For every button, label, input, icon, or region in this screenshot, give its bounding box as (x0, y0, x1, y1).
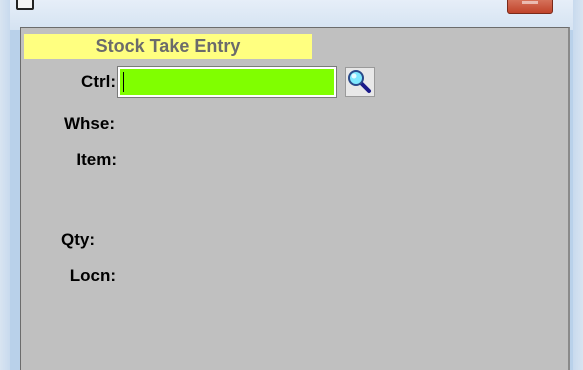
window-titlebar (0, 0, 583, 30)
whse-label: Whse: (64, 114, 115, 133)
form-title: Stock Take Entry (24, 34, 312, 59)
window-right-border (573, 0, 583, 370)
qty-label: Qty: (61, 230, 95, 249)
close-button[interactable] (507, 0, 553, 14)
magnifier-icon (348, 70, 371, 93)
ctrl-lookup-button[interactable] (345, 67, 375, 97)
window-left-border (0, 0, 10, 370)
ctrl-input[interactable] (117, 66, 337, 98)
item-label: Item: (76, 150, 117, 169)
locn-label: Locn: (69, 266, 116, 285)
screen: { "window": { "icon": "window-icon", "cl… (0, 0, 583, 370)
ctrl-label: Ctrl: (81, 72, 116, 91)
window-icon (16, 0, 34, 10)
text-cursor (123, 72, 124, 92)
stock-take-dialog: Stock Take Entry Ctrl: Whse: Item: Qty: … (20, 27, 570, 370)
